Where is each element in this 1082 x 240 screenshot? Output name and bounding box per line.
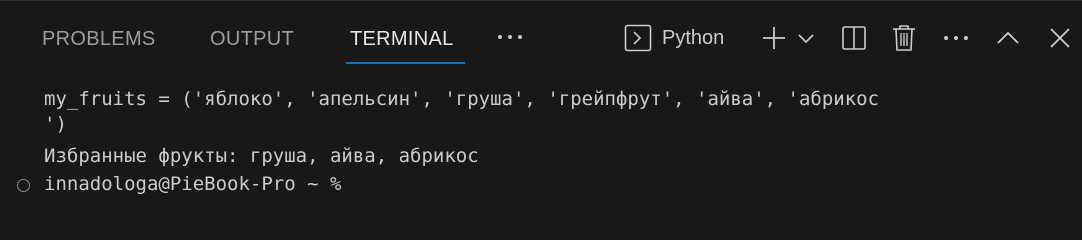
close-panel-button[interactable] <box>1046 21 1074 55</box>
more-tabs-button[interactable] <box>494 21 526 53</box>
panel-tab-bar: PROBLEMS OUTPUT TERMINAL Python <box>0 1 1082 73</box>
terminal-line: my_fruits = ('яблоко', 'апельсин', 'груш… <box>44 88 880 110</box>
split-terminal-button[interactable] <box>840 21 868 55</box>
command-decoration-icon[interactable] <box>17 179 30 192</box>
chevron-up-icon <box>997 31 1019 44</box>
terminal-panel: PROBLEMS OUTPUT TERMINAL Python my_fruit… <box>0 0 1082 206</box>
more-actions-button[interactable] <box>940 21 972 55</box>
trash-icon <box>893 25 915 51</box>
chevron-down-icon <box>798 34 814 44</box>
maximize-panel-button[interactable] <box>994 21 1022 55</box>
launch-profile-dropdown[interactable] <box>794 21 818 55</box>
split-terminal-icon <box>842 26 866 50</box>
close-icon <box>1050 28 1070 48</box>
new-terminal-button[interactable] <box>760 21 788 55</box>
terminal-icon <box>624 24 652 52</box>
tab-problems[interactable]: PROBLEMS <box>42 27 156 51</box>
terminal-prompt: innadologa@PieBook-Pro ~ % <box>44 173 342 195</box>
plus-icon <box>763 27 785 49</box>
ellipsis-icon <box>944 36 968 40</box>
terminal-profile-button[interactable]: Python <box>624 21 724 55</box>
tab-terminal[interactable]: TERMINAL <box>350 27 454 51</box>
kill-terminal-button[interactable] <box>890 21 918 55</box>
tab-output[interactable]: OUTPUT <box>210 27 294 51</box>
terminal-line: Избранные фрукты: груша, айва, абрикос <box>44 145 479 167</box>
active-tab-indicator <box>346 62 465 64</box>
ellipsis-icon <box>498 35 522 39</box>
terminal-profile-label: Python <box>662 27 725 49</box>
terminal-line: ') <box>44 113 67 135</box>
